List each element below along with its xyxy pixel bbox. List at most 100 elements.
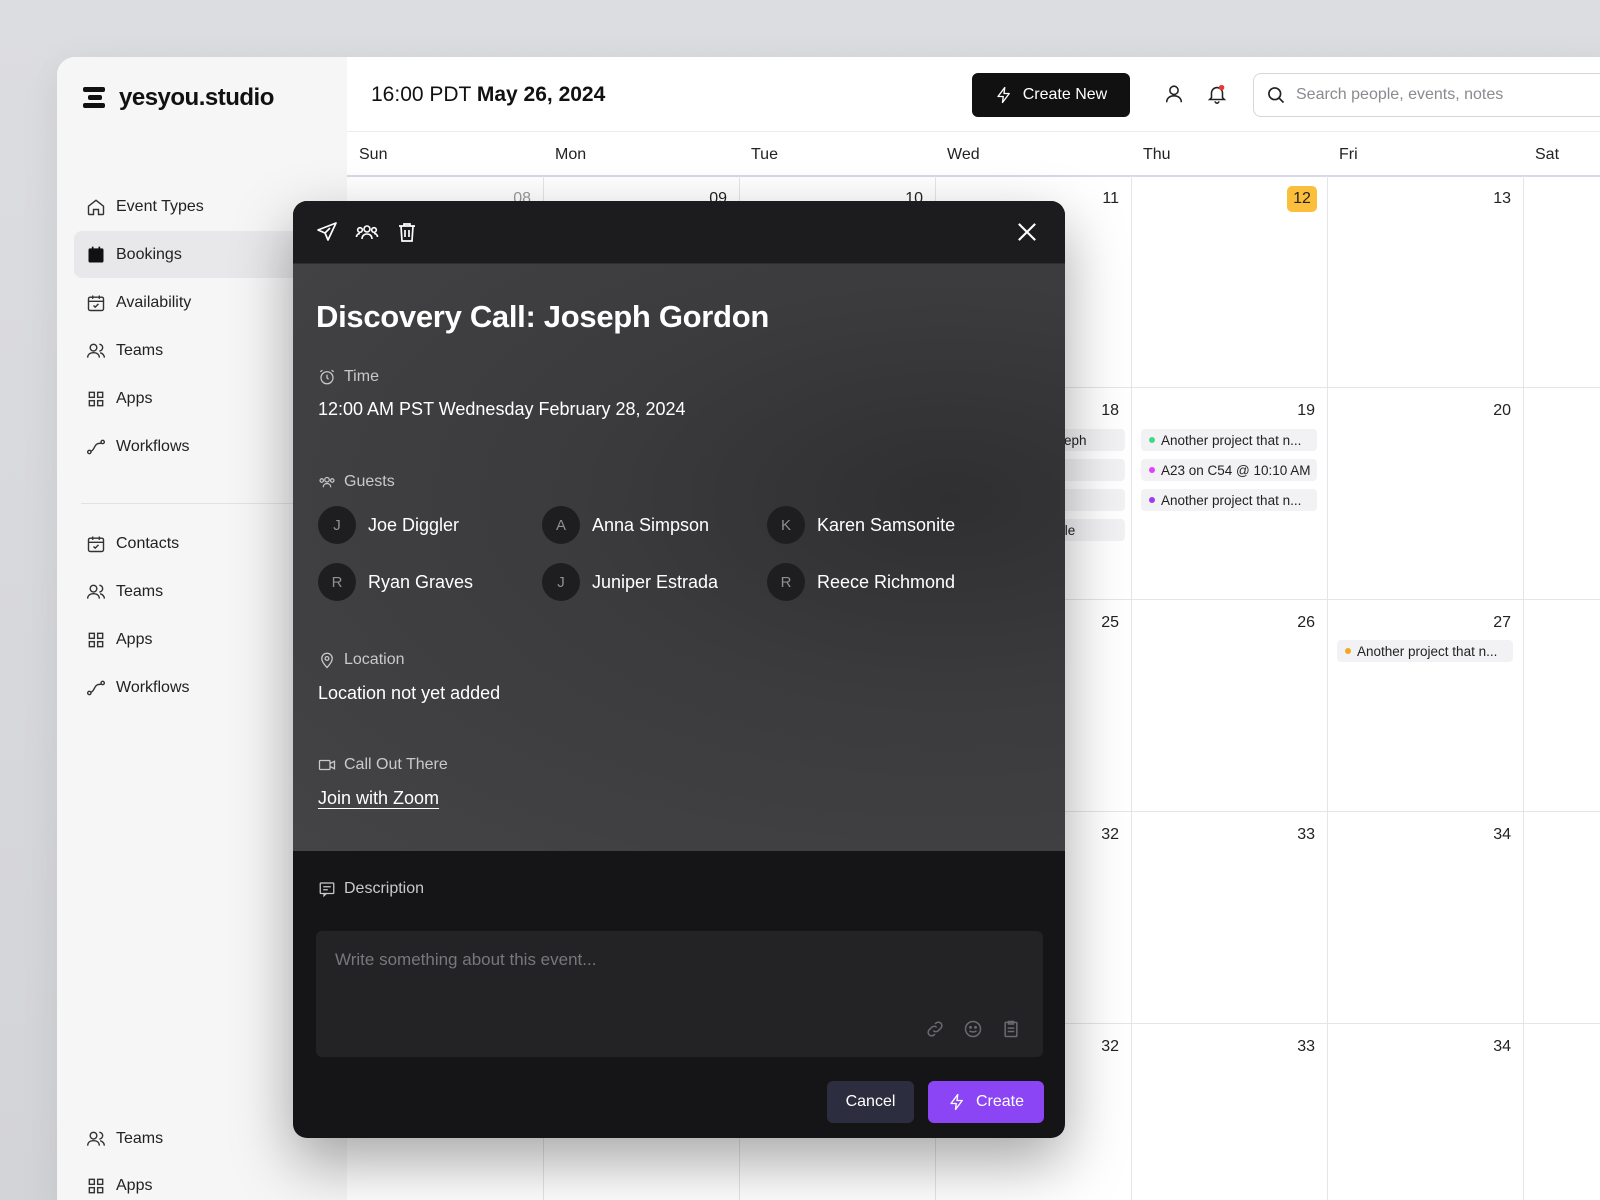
- event-label: A23 on C54 @ 10:10 AM: [1161, 462, 1311, 478]
- grid-icon: [88, 391, 104, 406]
- guest-name: Karen Samsonite: [817, 514, 956, 535]
- guest-item[interactable]: K Karen Samsonite: [767, 506, 955, 544]
- day-number[interactable]: 19: [1275, 402, 1315, 420]
- search-box[interactable]: [1253, 73, 1600, 117]
- cancel-button[interactable]: Cancel: [827, 1081, 914, 1123]
- avatar: J: [318, 506, 356, 544]
- day-number[interactable]: 32: [1079, 1038, 1119, 1056]
- description-label: Description: [318, 880, 424, 898]
- video-camera-icon: [318, 759, 336, 771]
- profile-button[interactable]: [1161, 81, 1187, 107]
- guest-item[interactable]: J Juniper Estrada: [542, 563, 718, 601]
- send-icon[interactable]: [315, 220, 339, 244]
- weekday-fri: Fri: [1339, 146, 1358, 163]
- guests-label: Guests: [318, 473, 395, 491]
- create-new-label: Create New: [1022, 86, 1108, 103]
- avatar: R: [767, 563, 805, 601]
- event-label: Another project that n...: [1161, 492, 1302, 508]
- alarm-clock-icon: [319, 369, 335, 385]
- create-button-label: Create: [975, 1093, 1025, 1110]
- event-chip[interactable]: Another project that n...: [1141, 429, 1317, 451]
- sidebar-item-label: Apps: [116, 630, 153, 648]
- user-icon: [1165, 85, 1183, 103]
- trash-icon[interactable]: [395, 220, 419, 244]
- day-number[interactable]: 32: [1079, 826, 1119, 844]
- guest-name: Anna Simpson: [592, 514, 710, 535]
- day-number[interactable]: 33: [1275, 1038, 1315, 1056]
- join-zoom-link[interactable]: Join with Zoom: [318, 788, 439, 809]
- day-number[interactable]: 26: [1275, 614, 1315, 632]
- clipboard-icon[interactable]: [1001, 1019, 1021, 1039]
- event-title: Discovery Call: Joseph Gordon: [316, 299, 769, 334]
- close-icon[interactable]: [1013, 218, 1041, 246]
- guest-item[interactable]: J Joe Diggler: [318, 506, 459, 544]
- grid-column-line: [1131, 176, 1132, 1200]
- bell-icon: [1207, 84, 1227, 104]
- day-number[interactable]: 34: [1471, 826, 1511, 844]
- event-label: Another project that n...: [1161, 432, 1302, 448]
- guest-name: Joe Diggler: [368, 514, 460, 535]
- calendar-filled-icon: [88, 246, 104, 262]
- search-icon: [1268, 87, 1285, 104]
- home-icon: [87, 198, 105, 215]
- call-label-text: Call Out There: [344, 756, 448, 773]
- current-date: May 26, 2024: [476, 83, 606, 106]
- day-number[interactable]: 11: [1079, 190, 1119, 208]
- brand-name: yesyou.studio: [119, 84, 274, 111]
- event-color-dot: [1149, 437, 1155, 443]
- description-input[interactable]: [316, 931, 1043, 1021]
- link-icon[interactable]: [925, 1019, 945, 1039]
- weekday-divider: [347, 175, 1600, 177]
- day-number[interactable]: 20: [1471, 402, 1511, 420]
- day-number[interactable]: 33: [1275, 826, 1315, 844]
- event-chip[interactable]: Another project that n...: [1337, 640, 1513, 662]
- sidebar-item-label: Availability: [116, 293, 192, 311]
- day-number[interactable]: 25: [1079, 614, 1119, 632]
- group-icon[interactable]: [355, 220, 379, 244]
- avatar: J: [542, 563, 580, 601]
- avatar: R: [318, 563, 356, 601]
- sidebar-item-label: Apps: [116, 389, 153, 407]
- users-icon: [86, 343, 106, 358]
- time-label: Time: [318, 368, 379, 386]
- brand-logo[interactable]: yesyou.studio: [83, 84, 274, 112]
- guest-item[interactable]: R Ryan Graves: [318, 563, 473, 601]
- grid-icon: [88, 1178, 104, 1193]
- users-icon: [86, 584, 106, 599]
- description-toolbar: [925, 1019, 1021, 1039]
- call-label: Call Out There: [318, 756, 448, 774]
- day-number[interactable]: 18: [1079, 402, 1119, 420]
- guest-name: Ryan Graves: [368, 571, 474, 592]
- weekday-thu: Thu: [1143, 146, 1171, 163]
- notifications-button[interactable]: [1204, 81, 1230, 107]
- create-new-button[interactable]: Create New: [972, 73, 1130, 117]
- current-time: 16:00 PDT: [371, 83, 472, 106]
- message-square-icon: [319, 882, 335, 898]
- event-color-dot: [1149, 497, 1155, 503]
- day-number[interactable]: 27: [1471, 614, 1511, 632]
- description-box: [316, 931, 1043, 1057]
- today-badge[interactable]: 12: [1287, 186, 1317, 212]
- sidebar-item-label: Event Types: [116, 197, 204, 215]
- day-number[interactable]: 34: [1471, 1038, 1511, 1056]
- avatar: A: [542, 506, 580, 544]
- event-chip[interactable]: A23 on C54 @ 10:10 AM: [1141, 459, 1317, 481]
- guest-item[interactable]: R Reece Richmond: [767, 563, 955, 601]
- description-label-text: Description: [344, 880, 425, 897]
- avatar: K: [767, 506, 805, 544]
- calendar-check-icon: [87, 295, 105, 311]
- weekday-sun: Sun: [359, 146, 388, 163]
- event-color-dot: [1345, 648, 1351, 654]
- guest-item[interactable]: A Anna Simpson: [542, 506, 709, 544]
- weekday-mon: Mon: [555, 146, 587, 163]
- users-icon: [86, 1131, 106, 1146]
- emoji-icon[interactable]: [963, 1019, 983, 1039]
- workflow-icon: [86, 439, 106, 454]
- create-button[interactable]: Create: [928, 1081, 1044, 1123]
- current-datetime: 16:00 PDT May 26, 2024: [371, 83, 605, 107]
- logo-icon: [83, 86, 107, 110]
- day-number[interactable]: 13: [1471, 190, 1511, 208]
- event-chip[interactable]: Another project that n...: [1141, 489, 1317, 511]
- search-input[interactable]: [1296, 86, 1596, 104]
- sidebar-item-apps-3[interactable]: Apps: [74, 1162, 364, 1200]
